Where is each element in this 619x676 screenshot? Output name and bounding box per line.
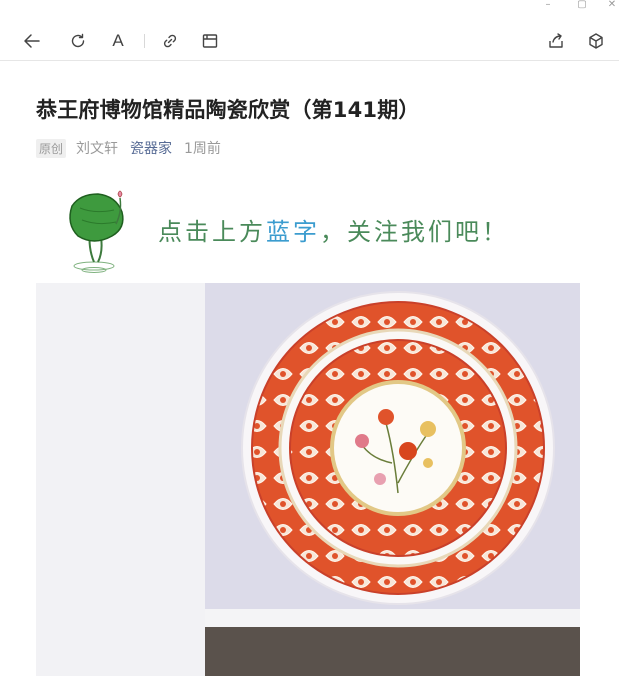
photo-separator xyxy=(205,609,580,627)
famille-rose-dish-image xyxy=(241,291,555,605)
font-size-button[interactable]: A xyxy=(107,30,129,52)
banner-text-after: ，关注我们吧！ xyxy=(320,218,509,246)
window-title-bar: – ▢ ✕ xyxy=(0,0,619,22)
link-icon xyxy=(163,34,177,48)
cube-icon xyxy=(589,33,603,49)
copy-link-button[interactable] xyxy=(159,30,181,52)
account-link[interactable]: 瓷器家 xyxy=(130,138,172,158)
refresh-icon xyxy=(71,33,85,48)
share-icon xyxy=(549,33,563,48)
toolbar-divider xyxy=(144,34,145,48)
maximize-button[interactable]: ▢ xyxy=(570,0,594,12)
back-button[interactable] xyxy=(21,30,43,52)
mini-program-button[interactable] xyxy=(585,30,607,52)
article-title: 恭王府博物馆精品陶瓷欣赏（第141期） xyxy=(36,98,420,122)
article-meta: 原创 刘文轩 瓷器家 1周前 xyxy=(36,138,221,158)
refresh-button[interactable] xyxy=(67,30,89,52)
open-in-browser-button[interactable] xyxy=(199,30,221,52)
lotus-leaf-illustration xyxy=(69,190,124,273)
original-tag: 原创 xyxy=(36,138,67,158)
follow-banner: 点击上方蓝字，关注我们吧！ xyxy=(60,184,550,274)
author-name: 刘文轩 xyxy=(76,141,119,157)
banner-text-highlight: 蓝字 xyxy=(266,218,320,246)
publish-time: 1周前 xyxy=(184,141,221,157)
browser-window-icon xyxy=(202,34,218,48)
share-button[interactable] xyxy=(545,30,567,52)
close-button[interactable]: ✕ xyxy=(600,0,619,12)
next-photo-preview xyxy=(205,627,580,676)
minimize-button[interactable]: – xyxy=(536,0,560,12)
porcelain-photo xyxy=(36,283,580,676)
reader-toolbar: A xyxy=(0,22,619,61)
banner-text-before: 点击上方 xyxy=(158,218,266,246)
back-arrow-icon xyxy=(24,34,40,48)
follow-banner-text: 点击上方蓝字，关注我们吧！ xyxy=(158,212,509,247)
